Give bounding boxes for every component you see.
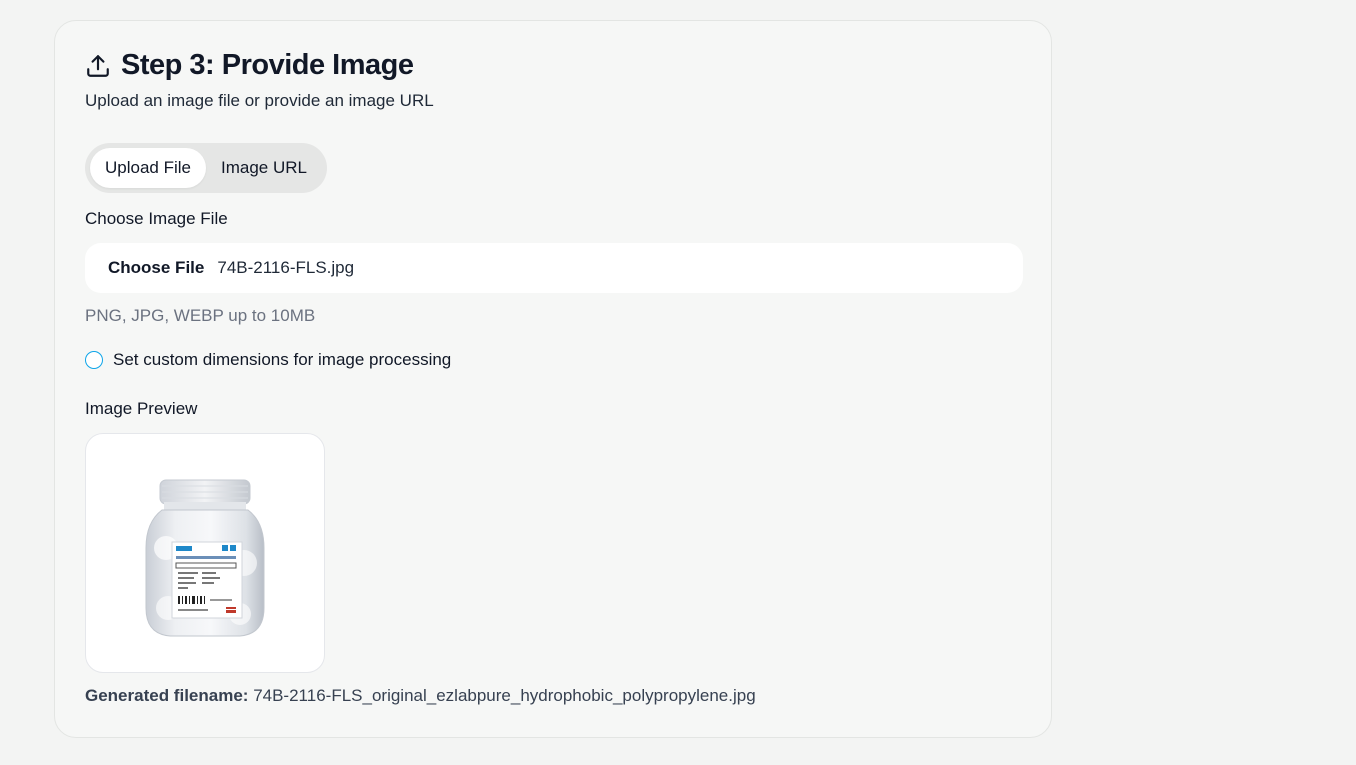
custom-dimensions-option[interactable]: Set custom dimensions for image processi…: [85, 350, 451, 370]
step-header: Step 3: Provide Image: [85, 49, 414, 82]
page-subtitle: Upload an image file or provide an image…: [85, 91, 434, 110]
custom-dimensions-checkbox[interactable]: [85, 351, 103, 369]
image-preview: [85, 433, 325, 673]
page-title: Step 3: Provide Image: [121, 49, 414, 81]
generated-filename-value: 74B-2116-FLS_original_ezlabpure_hydropho…: [253, 686, 756, 705]
tab-image-url[interactable]: Image URL: [206, 148, 322, 188]
selected-file-name: 74B-2116-FLS.jpg: [217, 258, 355, 277]
product-jar-image: [145, 479, 265, 637]
choose-image-file-label: Choose Image File: [85, 209, 228, 228]
image-preview-label: Image Preview: [85, 399, 198, 418]
generated-filename-label: Generated filename:: [85, 686, 249, 705]
tab-upload-file[interactable]: Upload File: [90, 148, 206, 188]
source-tabs: Upload File Image URL: [85, 143, 327, 193]
custom-dimensions-label[interactable]: Set custom dimensions for image processi…: [113, 350, 451, 370]
file-input[interactable]: Choose File 74B-2116-FLS.jpg: [85, 243, 1023, 293]
file-type-hint: PNG, JPG, WEBP up to 10MB: [85, 306, 316, 325]
generated-filename: Generated filename: 74B-2116-FLS_origina…: [85, 686, 756, 706]
upload-icon: [87, 54, 109, 77]
choose-file-button[interactable]: Choose File: [108, 258, 204, 278]
provide-image-card: Step 3: Provide Image Upload an image fi…: [54, 20, 1052, 738]
